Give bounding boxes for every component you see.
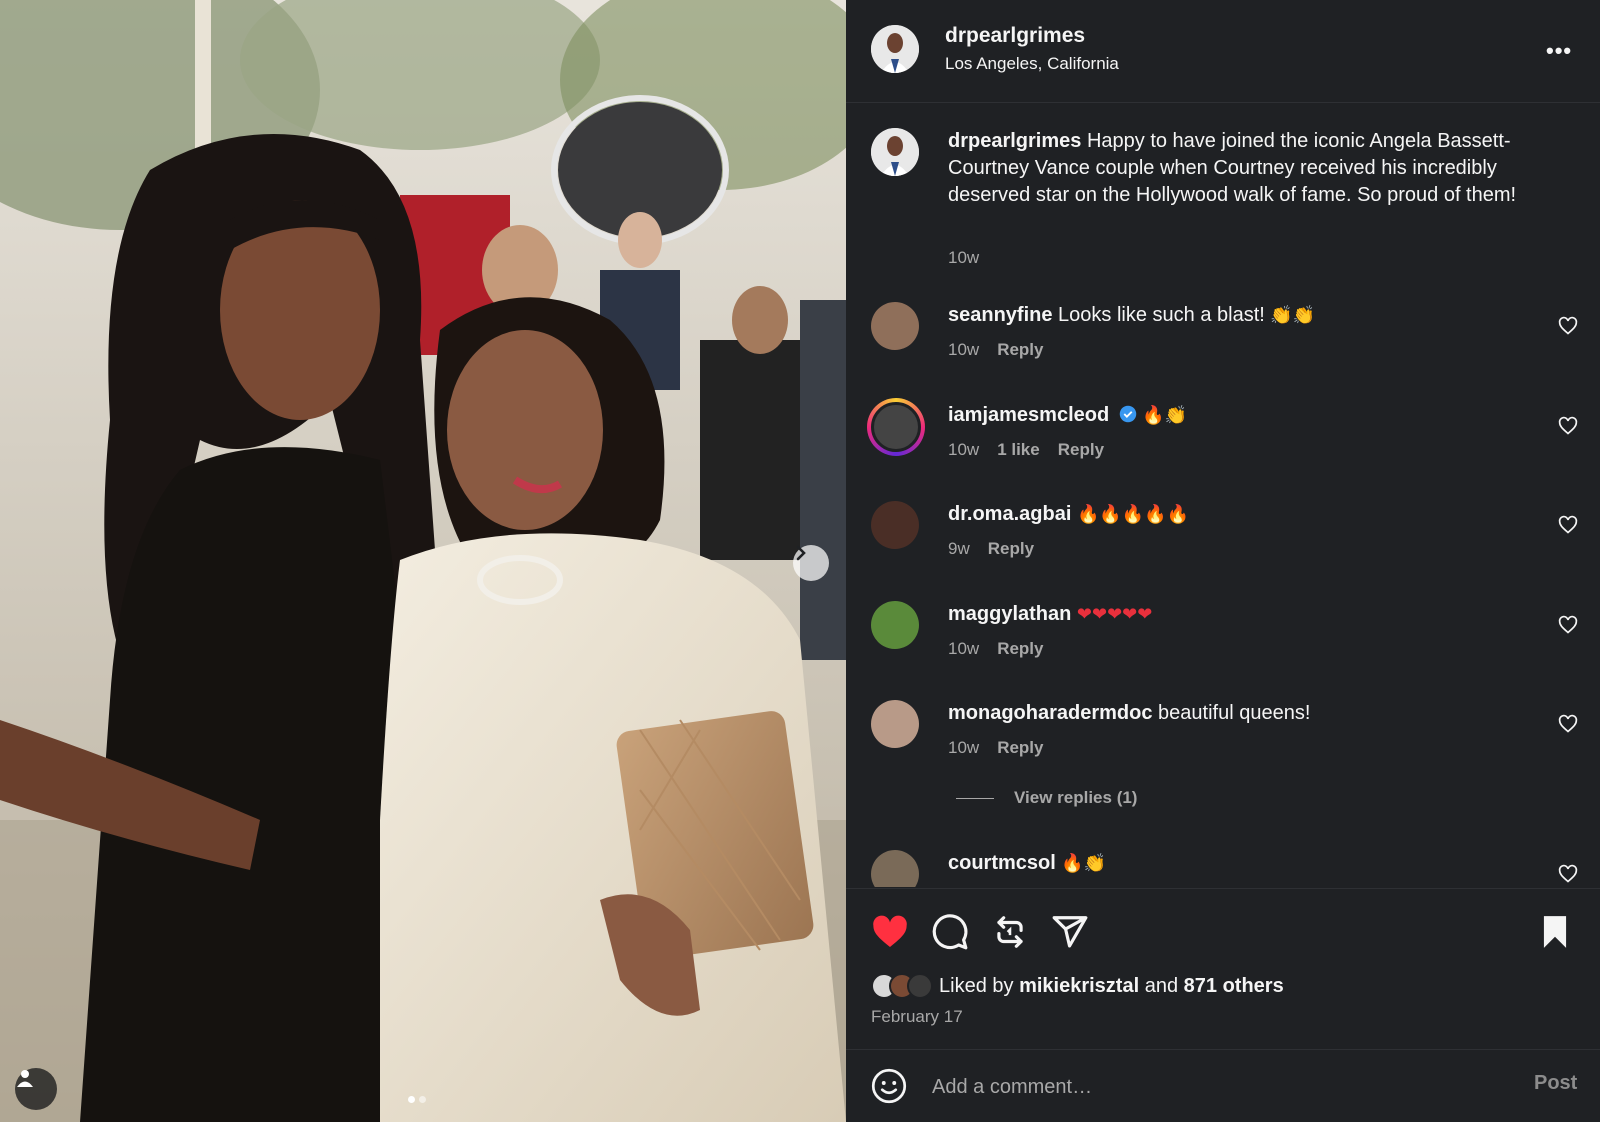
comment-emoji: 🔥👏: [1061, 853, 1107, 874]
comment-input[interactable]: [932, 1070, 1492, 1104]
liked-by-and: and: [1144, 974, 1179, 997]
liked-by-label: Liked by: [939, 974, 1014, 997]
comment-heart-icon[interactable]: [1558, 615, 1578, 635]
post-header: drpearlgrimes Los Angeles, California ••…: [846, 0, 1600, 103]
comment-text: Looks like such a blast!: [1058, 304, 1265, 326]
view-replies-divider: [956, 797, 994, 799]
comment-timestamp[interactable]: 10w: [948, 738, 979, 758]
caption-username[interactable]: drpearlgrimes: [948, 130, 1081, 152]
comment-emoji: ❤❤❤❤❤: [1076, 604, 1153, 625]
comment-line: seannyfine Looks like such a blast! 👏👏: [948, 302, 1315, 329]
carousel-next-button[interactable]: [793, 545, 829, 581]
more-icon[interactable]: •••: [1546, 38, 1572, 64]
commenter-avatar-story[interactable]: [867, 398, 925, 456]
comment-reply-button[interactable]: Reply: [997, 738, 1043, 758]
heart-icon[interactable]: [871, 913, 909, 951]
verified-icon: [1119, 405, 1137, 423]
comment-heart-icon[interactable]: [1558, 515, 1578, 535]
liker-avatar: [907, 973, 933, 999]
post-date[interactable]: February 17: [871, 1007, 963, 1027]
post-panel: drpearlgrimes Los Angeles, California ••…: [846, 0, 1600, 1122]
user-tag-button[interactable]: [15, 1068, 57, 1110]
comment-line: dr.oma.agbai 🔥🔥🔥🔥🔥: [948, 501, 1189, 528]
comment-line: maggylathan ❤❤❤❤❤: [948, 601, 1152, 628]
comment-item: maggylathan ❤❤❤❤❤ 10w Reply: [846, 601, 1600, 691]
post-photo[interactable]: [0, 0, 846, 1122]
author-avatar[interactable]: [871, 25, 919, 73]
commenter-avatar: [871, 402, 921, 452]
comment-meta: 10w Reply: [948, 639, 1043, 659]
comment-timestamp[interactable]: 10w: [948, 440, 979, 460]
comment-username[interactable]: dr.oma.agbai: [948, 503, 1071, 525]
comment-reply-button[interactable]: Reply: [988, 539, 1034, 559]
view-replies-button[interactable]: View replies (1): [956, 788, 1137, 808]
commenter-avatar[interactable]: [871, 601, 919, 649]
bookmark-icon[interactable]: [1536, 913, 1574, 951]
comment-item: seannyfine Looks like such a blast! 👏👏 1…: [846, 302, 1600, 392]
emoji-icon[interactable]: [871, 1068, 907, 1104]
comment-likes-count[interactable]: 1 like: [997, 440, 1040, 460]
comment-timestamp[interactable]: 9w: [948, 539, 970, 559]
repost-icon[interactable]: [991, 913, 1029, 951]
liked-by-user[interactable]: mikiekrisztal: [1019, 975, 1139, 997]
comment-meta: 10w 1 like Reply: [948, 440, 1104, 460]
caption-timestamp[interactable]: 10w: [948, 248, 979, 268]
author-username[interactable]: drpearlgrimes: [945, 24, 1085, 48]
comment-line: iamjamesmcleod 🔥👏: [948, 402, 1187, 429]
comment-item: iamjamesmcleod 🔥👏 10w 1 like Reply: [846, 398, 1600, 492]
comment-username[interactable]: seannyfine: [948, 304, 1052, 326]
comment-heart-icon[interactable]: [1558, 316, 1578, 336]
add-comment-bar: Post: [846, 1049, 1600, 1122]
comment-item: monagoharadermdoc beautiful queens! 10w …: [846, 700, 1600, 790]
comment-emoji: 🔥👏: [1142, 405, 1188, 426]
caption-avatar[interactable]: [871, 128, 919, 176]
comment-item: dr.oma.agbai 🔥🔥🔥🔥🔥 9w Reply: [846, 501, 1600, 591]
carousel-dot: [408, 1096, 415, 1103]
comment-text: beautiful queens!: [1158, 702, 1311, 724]
likes-summary[interactable]: Liked by mikiekrisztal and 871 others: [871, 973, 1284, 999]
likes-others-count[interactable]: 871 others: [1184, 975, 1284, 997]
post-actions: Liked by mikiekrisztal and 871 others Fe…: [846, 888, 1600, 1048]
commenter-avatar[interactable]: [871, 700, 919, 748]
caption-avatar-image: [871, 128, 919, 176]
comment-heart-icon[interactable]: [1558, 714, 1578, 734]
comment-username[interactable]: monagoharadermdoc: [948, 702, 1152, 724]
comment-reply-button[interactable]: Reply: [997, 340, 1043, 360]
comment-timestamp[interactable]: 10w: [948, 340, 979, 360]
post-location[interactable]: Los Angeles, California: [945, 54, 1119, 74]
comment-icon[interactable]: [931, 913, 969, 951]
comment-line: courtmcsol 🔥👏: [948, 850, 1106, 877]
post-comment-button[interactable]: Post: [1534, 1072, 1577, 1095]
commenter-avatar[interactable]: [871, 850, 919, 887]
comment-item: courtmcsol 🔥👏: [846, 850, 1600, 887]
comments-list[interactable]: drpearlgrimes Happy to have joined the i…: [846, 104, 1600, 887]
comment-timestamp[interactable]: 10w: [948, 639, 979, 659]
comment-meta: 10w Reply: [948, 738, 1043, 758]
comment-username[interactable]: maggylathan: [948, 603, 1071, 625]
user-tag-icon: [17, 1070, 33, 1087]
comment-heart-icon[interactable]: [1558, 864, 1578, 884]
commenter-avatar[interactable]: [871, 501, 919, 549]
comment-username[interactable]: iamjamesmcleod: [948, 404, 1109, 426]
comment-username[interactable]: courtmcsol: [948, 852, 1056, 874]
chevron-right-icon: [796, 545, 806, 561]
view-replies-label: View replies (1): [1014, 788, 1138, 807]
comment-emoji: 🔥🔥🔥🔥🔥: [1076, 504, 1189, 525]
carousel-indicator: [408, 1096, 426, 1103]
author-avatar-image: [871, 25, 919, 73]
commenter-avatar[interactable]: [871, 302, 919, 350]
liker-avatars: [871, 973, 933, 999]
likes-text: Liked by mikiekrisztal and 871 others: [939, 975, 1284, 998]
comment-heart-icon[interactable]: [1558, 416, 1578, 436]
comment-line: monagoharadermdoc beautiful queens!: [948, 700, 1310, 727]
comment-emoji: 👏👏: [1270, 305, 1316, 326]
caption-text: drpearlgrimes Happy to have joined the i…: [948, 128, 1548, 209]
photo-illustration: [0, 0, 846, 1122]
share-icon[interactable]: [1051, 913, 1089, 951]
comment-reply-button[interactable]: Reply: [1058, 440, 1104, 460]
comment-reply-button[interactable]: Reply: [997, 639, 1043, 659]
comment-meta: 9w Reply: [948, 539, 1034, 559]
carousel-dot: [419, 1096, 426, 1103]
comment-meta: 10w Reply: [948, 340, 1043, 360]
